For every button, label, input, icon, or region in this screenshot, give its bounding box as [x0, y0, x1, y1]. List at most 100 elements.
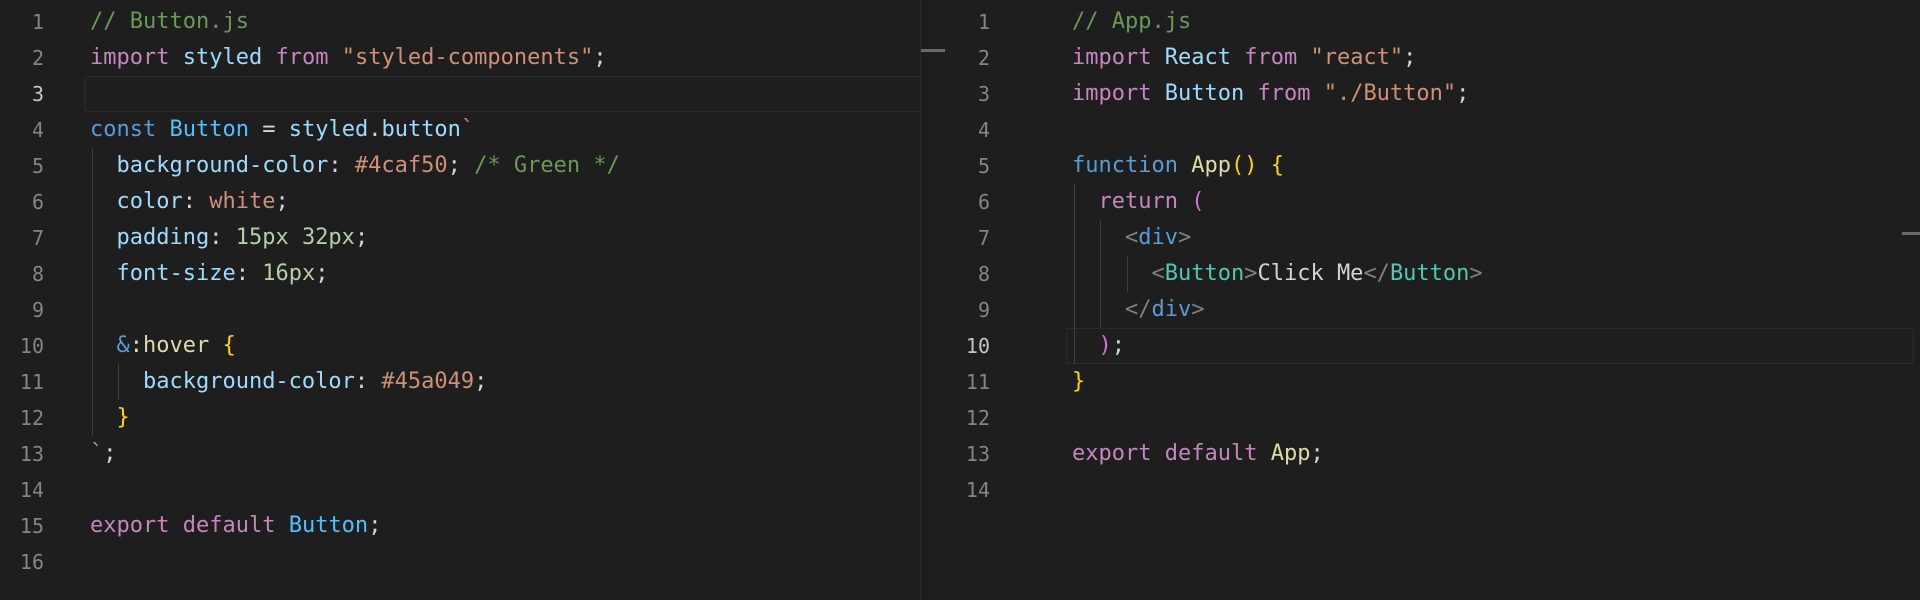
code-line[interactable]: export default App; — [1072, 436, 1324, 472]
line-number[interactable]: 5 — [946, 148, 990, 184]
code-token: > — [1469, 261, 1483, 286]
code-line[interactable]: function App() { — [1072, 148, 1284, 184]
code-token: default — [1164, 441, 1258, 466]
editor-pane-app-js[interactable]: 1 // App.js 2 import React from "react"; 3 im… — [946, 0, 1920, 600]
code-line[interactable]: <Button>Click Me</Button> — [1072, 256, 1483, 292]
code-token: Button — [1164, 261, 1245, 286]
code-token: font-size — [116, 261, 236, 286]
code-token: import — [1072, 45, 1152, 70]
code-line[interactable]: import React from "react"; — [1072, 40, 1416, 76]
code-line[interactable]: </div> — [1072, 292, 1205, 328]
line-number[interactable]: 7 — [0, 220, 44, 256]
line-number[interactable]: 11 — [946, 364, 990, 400]
code-line[interactable]: color: white; — [90, 184, 289, 220]
scroll-position-marker[interactable] — [1902, 232, 1920, 235]
code-line[interactable]: // App.js — [1072, 4, 1191, 40]
code-line[interactable]: `; — [90, 436, 117, 472]
code-line[interactable]: } — [1072, 364, 1085, 400]
code-line[interactable]: ); — [1072, 328, 1126, 364]
code-line[interactable]: export default Button; — [90, 508, 381, 544]
code-line[interactable]: background-color: #4caf50; /* Green */ — [90, 148, 620, 184]
line-number[interactable]: 8 — [0, 256, 44, 292]
line-number[interactable]: 11 — [0, 364, 44, 400]
code-token: ; — [474, 369, 488, 394]
line-number[interactable]: 7 — [946, 220, 990, 256]
indent-guide — [92, 148, 93, 436]
line-number[interactable]: 12 — [0, 400, 44, 436]
code-line[interactable]: import Button from "./Button"; — [1072, 76, 1469, 112]
code-token: padding — [116, 225, 210, 250]
line-number[interactable]: 15 — [0, 508, 44, 544]
code-line[interactable]: // Button.js — [90, 4, 249, 40]
code-token: : — [235, 261, 263, 286]
code-line[interactable]: &:hover { — [90, 328, 236, 364]
code-token: 16px — [262, 261, 316, 286]
line-number[interactable]: 4 — [0, 112, 44, 148]
indent-guide — [118, 364, 120, 400]
line-number[interactable]: 13 — [946, 436, 990, 472]
line-number[interactable]: 10 — [0, 328, 44, 364]
line-number[interactable]: 16 — [0, 544, 44, 580]
code-token: ; — [1403, 45, 1417, 70]
code-token: background-color — [116, 153, 329, 178]
line-number[interactable]: 14 — [0, 472, 44, 508]
code-token: styled — [288, 117, 369, 142]
code-line[interactable]: const Button = styled.button` — [90, 112, 474, 148]
code-token: white — [209, 189, 276, 214]
pane-divider[interactable] — [920, 0, 947, 600]
line-number[interactable]: 13 — [0, 436, 44, 472]
code-token: Button — [169, 117, 249, 142]
line-number[interactable]: 8 — [946, 256, 990, 292]
code-line[interactable]: <div> — [1072, 220, 1191, 256]
line-number[interactable]: 10 — [946, 328, 990, 364]
code-token: & — [116, 333, 130, 358]
code-line[interactable]: padding: 15px 32px; — [90, 220, 369, 256]
line-number[interactable]: 12 — [946, 400, 990, 436]
code-token: Click Me — [1257, 261, 1364, 286]
line-number[interactable]: 4 — [946, 112, 990, 148]
line-number[interactable]: 3 — [0, 76, 44, 112]
code-token: ; — [1310, 441, 1324, 466]
code-token: ( — [1191, 189, 1205, 214]
code-token: ; — [103, 441, 117, 466]
code-token: ` — [460, 117, 475, 142]
line-number[interactable]: 6 — [0, 184, 44, 220]
code-token: div — [1151, 297, 1192, 322]
code-token: export — [1072, 441, 1152, 466]
current-line-highlight — [1066, 328, 1914, 364]
code-line[interactable]: return ( — [1072, 184, 1205, 220]
code-line[interactable]: font-size: 16px; — [90, 256, 329, 292]
code-line[interactable]: background-color: #45a049; — [90, 364, 487, 400]
code-token: ; — [275, 189, 289, 214]
line-number[interactable]: 2 — [946, 40, 990, 76]
code-token: ; — [1456, 81, 1470, 106]
line-number[interactable]: 1 — [0, 4, 44, 40]
code-token: > — [1191, 297, 1205, 322]
line-number[interactable]: 9 — [946, 292, 990, 328]
scroll-position-marker[interactable] — [921, 49, 945, 52]
line-number[interactable]: 3 — [946, 76, 990, 112]
code-token: :hover — [129, 333, 210, 358]
line-number[interactable]: 5 — [0, 148, 44, 184]
code-line[interactable]: import styled from "styled-components"; — [90, 40, 607, 76]
line-number[interactable]: 9 — [0, 292, 44, 328]
line-number[interactable]: 1 — [946, 4, 990, 40]
line-number[interactable]: 14 — [946, 472, 990, 508]
code-token: button — [381, 117, 461, 142]
editor-pane-button-js[interactable]: 1 // Button.js 2 import styled from "styled… — [0, 0, 920, 600]
line-number[interactable]: 2 — [0, 40, 44, 76]
line-number[interactable]: 6 — [946, 184, 990, 220]
code-line[interactable]: } — [90, 400, 130, 436]
code-token: } — [1072, 369, 1086, 394]
